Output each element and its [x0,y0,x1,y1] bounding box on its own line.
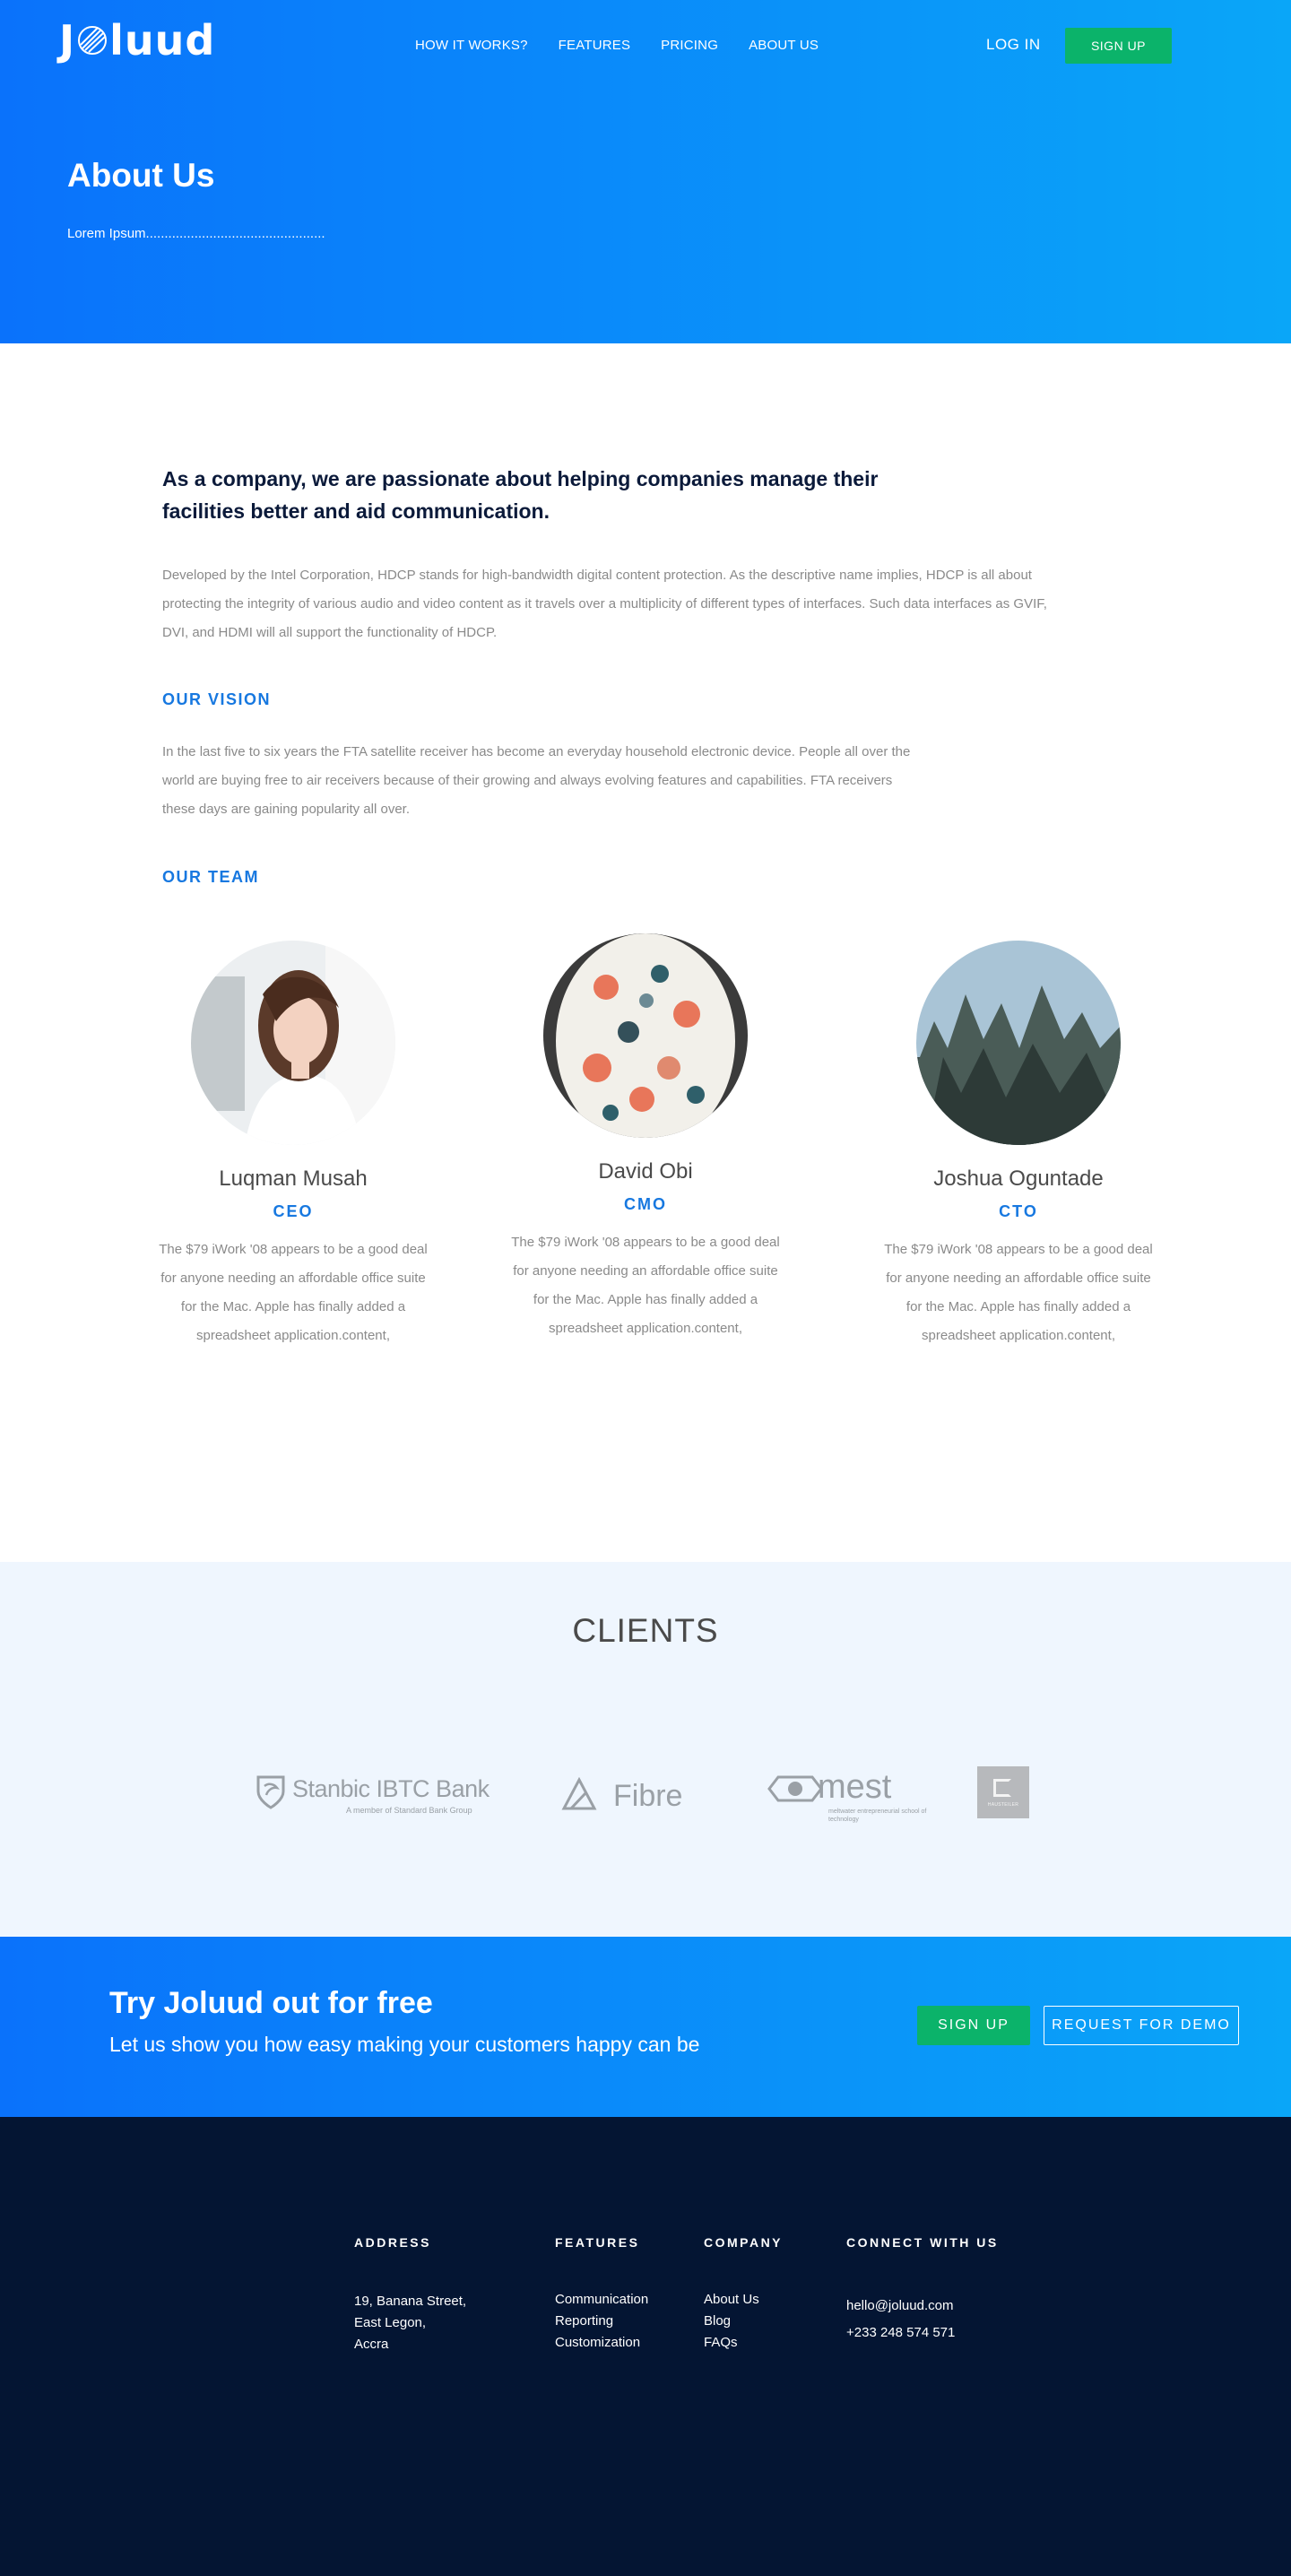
avatar [543,933,748,1138]
stanbic-tagline: A member of Standard Bank Group [346,1806,472,1815]
hausteiler-mark-icon [993,1779,1011,1797]
shield-icon [256,1775,285,1809]
clients-heading: CLIENTS [572,1612,719,1649]
logo-letter-j: J [59,16,76,65]
cta-subtitle: Let us show you how easy making your cus… [109,2033,700,2056]
joluud-logo[interactable]: J luud [59,20,215,61]
about-section: As a company, we are passionate about he… [0,343,1291,1562]
request-demo-button[interactable]: REQUEST FOR DEMO [1044,2006,1239,2045]
mest-tagline: meltwater entrepreneurial school of tech… [828,1808,927,1823]
footer-features-heading: FEATURES [555,2235,640,2250]
triangle-icon [561,1777,597,1810]
footer-connect: CONNECT WITH US hello@joluud.com +233 24… [846,2235,999,2346]
breadcrumb: Lorem Ipsum.............................… [67,226,325,241]
vision-paragraph: In the last five to six years the FTA sa… [162,744,911,817]
avatar [916,941,1121,1145]
nav-features[interactable]: FEATURES [559,38,631,53]
footer-link-about[interactable]: About Us [704,2289,783,2311]
vision-heading: OUR VISION [162,690,272,708]
footer-connect-heading: CONNECT WITH US [846,2235,999,2250]
logo-letters-luud: luud [109,16,216,65]
member-name: Joshua Oguntade [933,1167,1104,1191]
main-nav: HOW IT WORKS? FEATURES PRICING ABOUT US [415,38,849,53]
login-link[interactable]: LOG IN [986,36,1041,54]
footer-company: COMPANY About Us Blog FAQs [704,2235,783,2354]
nav-about-us[interactable]: ABOUT US [749,38,819,53]
page-title: About Us [67,157,215,194]
member-bio: The $79 iWork '08 appears to be a good d… [159,1242,428,1343]
footer-address-heading: ADDRESS [354,2235,431,2250]
member-role: CEO [273,1202,314,1220]
hausteiler-name: HAUSTEILER [987,1802,1019,1808]
cta-banner: Try Joluud out for free Let us show you … [0,1937,1291,2117]
fibre-name: Fibre [613,1779,683,1813]
member-name: David Obi [598,1159,693,1184]
eye-icon [767,1775,823,1802]
clients-section: CLIENTS Stanbic IBTC Bank A member of St… [0,1562,1291,1937]
address-line: Accra [354,2337,389,2352]
hero-header: J luud HOW IT WORKS? FEATURES PRICING AB… [0,0,1291,343]
footer-link-faqs[interactable]: FAQs [704,2332,783,2354]
about-lead-heading: As a company, we are passionate about he… [162,467,879,523]
team-member-card: Luqman Musah CEO The $79 iWork '08 appea… [159,941,428,1350]
hausteiler-logo[interactable]: HAUSTEILER [977,1766,1029,1818]
footer-link-reporting[interactable]: Reporting [555,2311,648,2332]
about-paragraph: Developed by the Intel Corporation, HDCP… [162,568,1047,640]
cta-title: Try Joluud out for free [109,1986,433,2020]
member-bio: The $79 iWork '08 appears to be a good d… [511,1235,780,1336]
footer-company-heading: COMPANY [704,2235,784,2250]
stanbic-name: Stanbic IBTC Bank [292,1775,490,1802]
team-heading: OUR TEAM [162,868,259,886]
footer-address: ADDRESS 19, Banana Street, East Legon, A… [354,2235,466,2355]
footer-link-communication[interactable]: Communication [555,2289,648,2311]
footer-phone[interactable]: +233 248 574 571 [846,2320,999,2346]
footer-email-link[interactable]: hello@joluud.com [846,2293,999,2320]
site-footer: ADDRESS 19, Banana Street, East Legon, A… [0,2117,1291,2576]
member-name: Luqman Musah [219,1167,368,1191]
nav-how-it-works[interactable]: HOW IT WORKS? [415,38,528,53]
member-role: CMO [624,1195,667,1213]
mest-name: mest [818,1768,892,1806]
footer-link-blog[interactable]: Blog [704,2311,783,2332]
nav-pricing[interactable]: PRICING [661,38,718,53]
footer-features: FEATURES Communication Reporting Customi… [555,2235,648,2354]
client-logos: Stanbic IBTC Bank A member of Standard B… [0,1766,1291,1845]
logo-shell-icon [78,26,108,55]
signup-button[interactable]: SIGN UP [1065,28,1172,64]
team-member-card: David Obi CMO The $79 iWork '08 appears … [511,933,780,1343]
member-role: CTO [999,1202,1038,1220]
cta-signup-button[interactable]: SIGN UP [917,2006,1030,2045]
member-bio: The $79 iWork '08 appears to be a good d… [884,1242,1153,1343]
footer-link-customization[interactable]: Customization [555,2332,648,2354]
avatar [191,941,395,1145]
address-line: 19, Banana Street, [354,2294,467,2309]
address-line: East Legon, [354,2315,427,2330]
team-member-card: Joshua Oguntade CTO The $79 iWork '08 ap… [884,941,1153,1350]
